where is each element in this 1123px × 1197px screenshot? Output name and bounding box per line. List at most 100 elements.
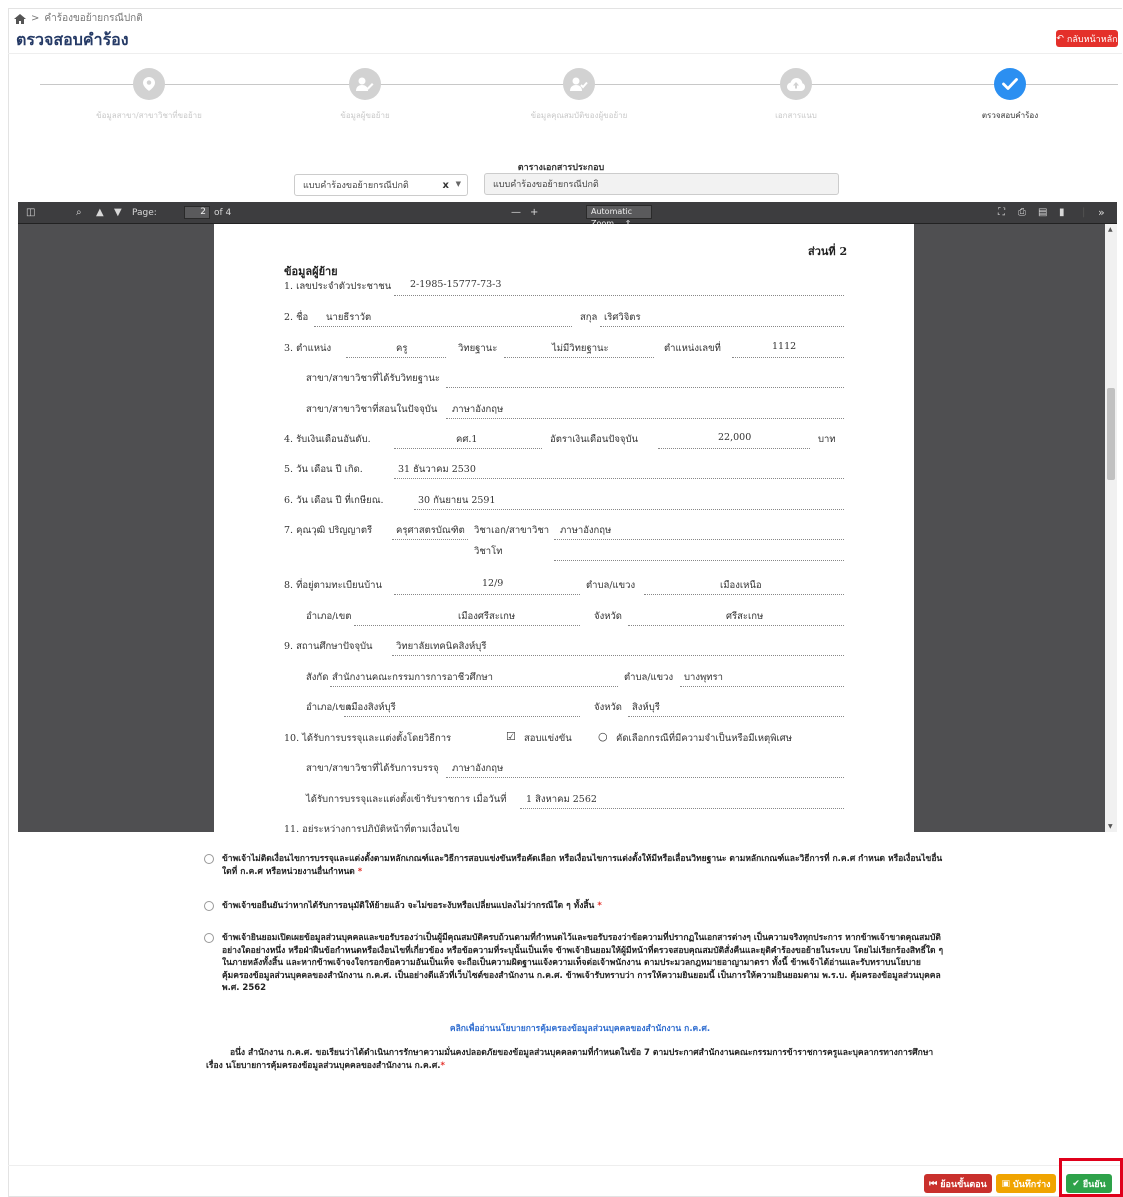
l3b-label: สาขา/สาขาวิชาที่ได้รับวิทยฐานะ	[306, 373, 440, 384]
l1-label: 1. เลขประจำตัวประชาชน	[284, 281, 392, 292]
l3c-label: สาขา/สาขาวิชาที่สอนในปัจจุบัน	[306, 404, 438, 415]
pdf-viewer[interactable]: ◫ ⌕ ▲ ▼ Page: 2 of 4 — + Automatic Zoom …	[18, 202, 1117, 832]
sidebar-toggle-icon[interactable]: ◫	[26, 207, 35, 219]
document-select-value: แบบคำร้องขอย้ายกรณีปกติ	[303, 181, 409, 191]
cloud-upload-icon	[780, 68, 812, 100]
l8-dist-label: อำเภอ/เขต	[306, 611, 352, 622]
checkbox[interactable]	[204, 933, 214, 943]
l3-label: 3. ตำแหน่ง	[284, 343, 332, 354]
l7-major-label: วิชาเอก/สาขาวิชา	[474, 525, 550, 536]
checkbox[interactable]	[204, 901, 214, 911]
dotted-line	[314, 326, 572, 327]
l10b-value: ภาษาอังกฤษ	[452, 763, 504, 774]
l1-value: 2-1985-15777-73-3	[410, 279, 502, 290]
bookmark-icon[interactable]: ▮	[1059, 207, 1065, 219]
more-tools-icon[interactable]: »	[1098, 207, 1105, 219]
dotted-line	[628, 625, 844, 626]
dotted-line	[504, 357, 654, 358]
breadcrumb-separator: >	[31, 13, 40, 24]
zoom-select[interactable]: Automatic Zoom ⇕	[586, 205, 652, 228]
breadcrumb: > คำร้องขอย้ายกรณีปกติ	[14, 11, 143, 26]
l8-no: 12/9	[482, 578, 504, 589]
pdf-heading: ข้อมูลผู้ย้าย	[284, 265, 338, 278]
dotted-line	[680, 686, 844, 687]
dotted-line	[446, 387, 844, 388]
zoom-in-icon[interactable]: +	[530, 207, 538, 219]
document-select[interactable]: แบบคำร้องขอย้ายกรณีปกติ x ▼	[294, 174, 468, 196]
l9-prov-label: จังหวัด	[594, 702, 622, 713]
consent-1[interactable]: ข้าพเจ้าไม่ติดเงื่อนไขการบรรจุและแต่งตั้…	[204, 853, 944, 878]
scroll-up-icon[interactable]: ▲	[1108, 226, 1113, 233]
l7-minor-label: วิชาโท	[474, 546, 503, 557]
scroll-down-icon[interactable]: ▼	[1108, 823, 1113, 830]
l3c-value: ภาษาอังกฤษ	[452, 404, 504, 415]
save-draft-button[interactable]: ▣ บันทึกร่าง	[996, 1174, 1056, 1193]
l10c-label: ได้รับการบรรจุและแต่งตั้งเข้ารับราชการ เ…	[306, 794, 507, 805]
required-mark: *	[357, 866, 363, 877]
l9-dist-label: อำเภอ/เขต	[306, 702, 352, 713]
zoom-out-icon[interactable]: —	[511, 207, 521, 219]
privacy-policy-link[interactable]: คลิกเพื่ออ่านนโยบายการคุ้มครองข้อมูลส่วน…	[220, 1021, 940, 1035]
presentation-icon[interactable]: ⛶	[998, 207, 1005, 219]
policy-text: อนึ่ง สำนักงาน ก.ค.ศ. ขอเรียนว่าได้ดำเนิ…	[206, 1047, 946, 1072]
l9-sub-label: ตำบล/แขวง	[624, 672, 674, 683]
l3-position: ครู	[396, 343, 408, 354]
l8-label: 8. ที่อยู่ตามทะเบียนบ้าน	[284, 580, 382, 591]
step-4[interactable]: เอกสารแนบ	[716, 68, 876, 122]
back-step-button[interactable]: ⏮ ย้อนขั้นตอน	[924, 1174, 992, 1193]
step-4-label: เอกสารแนบ	[775, 111, 817, 120]
user-edit-icon	[349, 68, 381, 100]
map-marker-icon	[133, 68, 165, 100]
step-1[interactable]: ข้อมูลสาขา/สาขาวิชาที่ขอย้าย	[69, 68, 229, 122]
l9-aff-label: สังกัด	[306, 672, 329, 683]
home-icon[interactable]	[14, 13, 26, 24]
l4-grade: คศ.1	[456, 434, 478, 445]
dotted-line	[446, 418, 844, 419]
l3-rank: ไม่มีวิทยฐานะ	[552, 343, 609, 354]
pdf-scrollbar[interactable]: ▲ ▼	[1105, 224, 1117, 832]
consent-3-text: ข้าพเจ้ายินยอมเปิดเผยข้อมูลส่วนบุคคลและข…	[222, 933, 944, 993]
dotted-line	[392, 539, 468, 540]
l7-degree: ครุศาสตรบัณฑิต	[396, 525, 465, 536]
back-home-button[interactable]: ↶ กลับหน้าหลัก	[1056, 30, 1118, 47]
dotted-line	[394, 448, 542, 449]
documents-caption: ตารางเอกสารประกอบ	[517, 163, 605, 173]
previous-page-icon[interactable]: ▲	[96, 207, 104, 219]
step-3-label: ข้อมูลคุณสมบัติของผู้ขอย้าย	[530, 111, 628, 120]
l7-major: ภาษาอังกฤษ	[560, 525, 612, 536]
document-preview-name: แบบคำร้องขอย้ายกรณีปกติ	[484, 173, 839, 195]
l10c-value: 1 สิงหาคม 2562	[526, 794, 597, 805]
l3-posno-label: ตำแหน่งเลขที่	[664, 343, 721, 354]
l10b-label: สาขา/สาขาวิชาที่ได้รับการบรรจุ	[306, 763, 439, 774]
search-icon[interactable]: ⌕	[76, 207, 82, 219]
chevron-down-icon[interactable]: ▼	[456, 180, 461, 188]
dotted-line	[330, 686, 618, 687]
back-step-label: ย้อนขั้นตอน	[940, 1179, 987, 1190]
breadcrumb-current[interactable]: คำร้องขอย้ายกรณีปกติ	[44, 11, 142, 26]
l4-label: 4. รับเงินเดือนอันดับ.	[284, 434, 371, 445]
page-number-input[interactable]: 2	[184, 206, 210, 219]
dotted-line	[446, 777, 844, 778]
next-page-icon[interactable]: ▼	[114, 207, 122, 219]
step-2[interactable]: ข้อมูลผู้ขอย้าย	[285, 68, 445, 122]
dotted-line	[644, 594, 844, 595]
required-mark: *	[440, 1060, 445, 1071]
back-step-icon: ⏮	[929, 1178, 938, 1189]
download-icon[interactable]: ▤	[1038, 207, 1047, 219]
scrollbar-thumb[interactable]	[1107, 388, 1115, 480]
l4-unit: บาท	[818, 434, 836, 445]
step-3[interactable]: ข้อมูลคุณสมบัติของผู้ขอย้าย	[499, 68, 659, 122]
l10-option-2: คัดเลือกกรณีที่มีความจำเป็นหรือมีเหตุพิเ…	[616, 733, 793, 744]
dotted-line	[658, 448, 810, 449]
step-5[interactable]: ตรวจสอบคำร้อง	[930, 68, 1090, 122]
dotted-line	[554, 539, 844, 540]
page-title: ตรวจสอบคำร้อง	[16, 30, 129, 49]
dotted-line	[346, 357, 446, 358]
checkbox[interactable]	[204, 854, 214, 864]
consent-2[interactable]: ข้าพเจ้าขอยืนยันว่าหากได้รับการอนุมัติให…	[204, 900, 944, 913]
l9-aff: สำนักงานคณะกรรมการการอาชีวศึกษา	[332, 672, 493, 683]
consent-3[interactable]: ข้าพเจ้ายินยอมเปิดเผยข้อมูลส่วนบุคคลและข…	[204, 932, 944, 995]
save-draft-label: บันทึกร่าง	[1012, 1179, 1051, 1190]
clear-icon[interactable]: x	[443, 180, 449, 191]
print-icon[interactable]: ⎙	[1018, 207, 1026, 219]
